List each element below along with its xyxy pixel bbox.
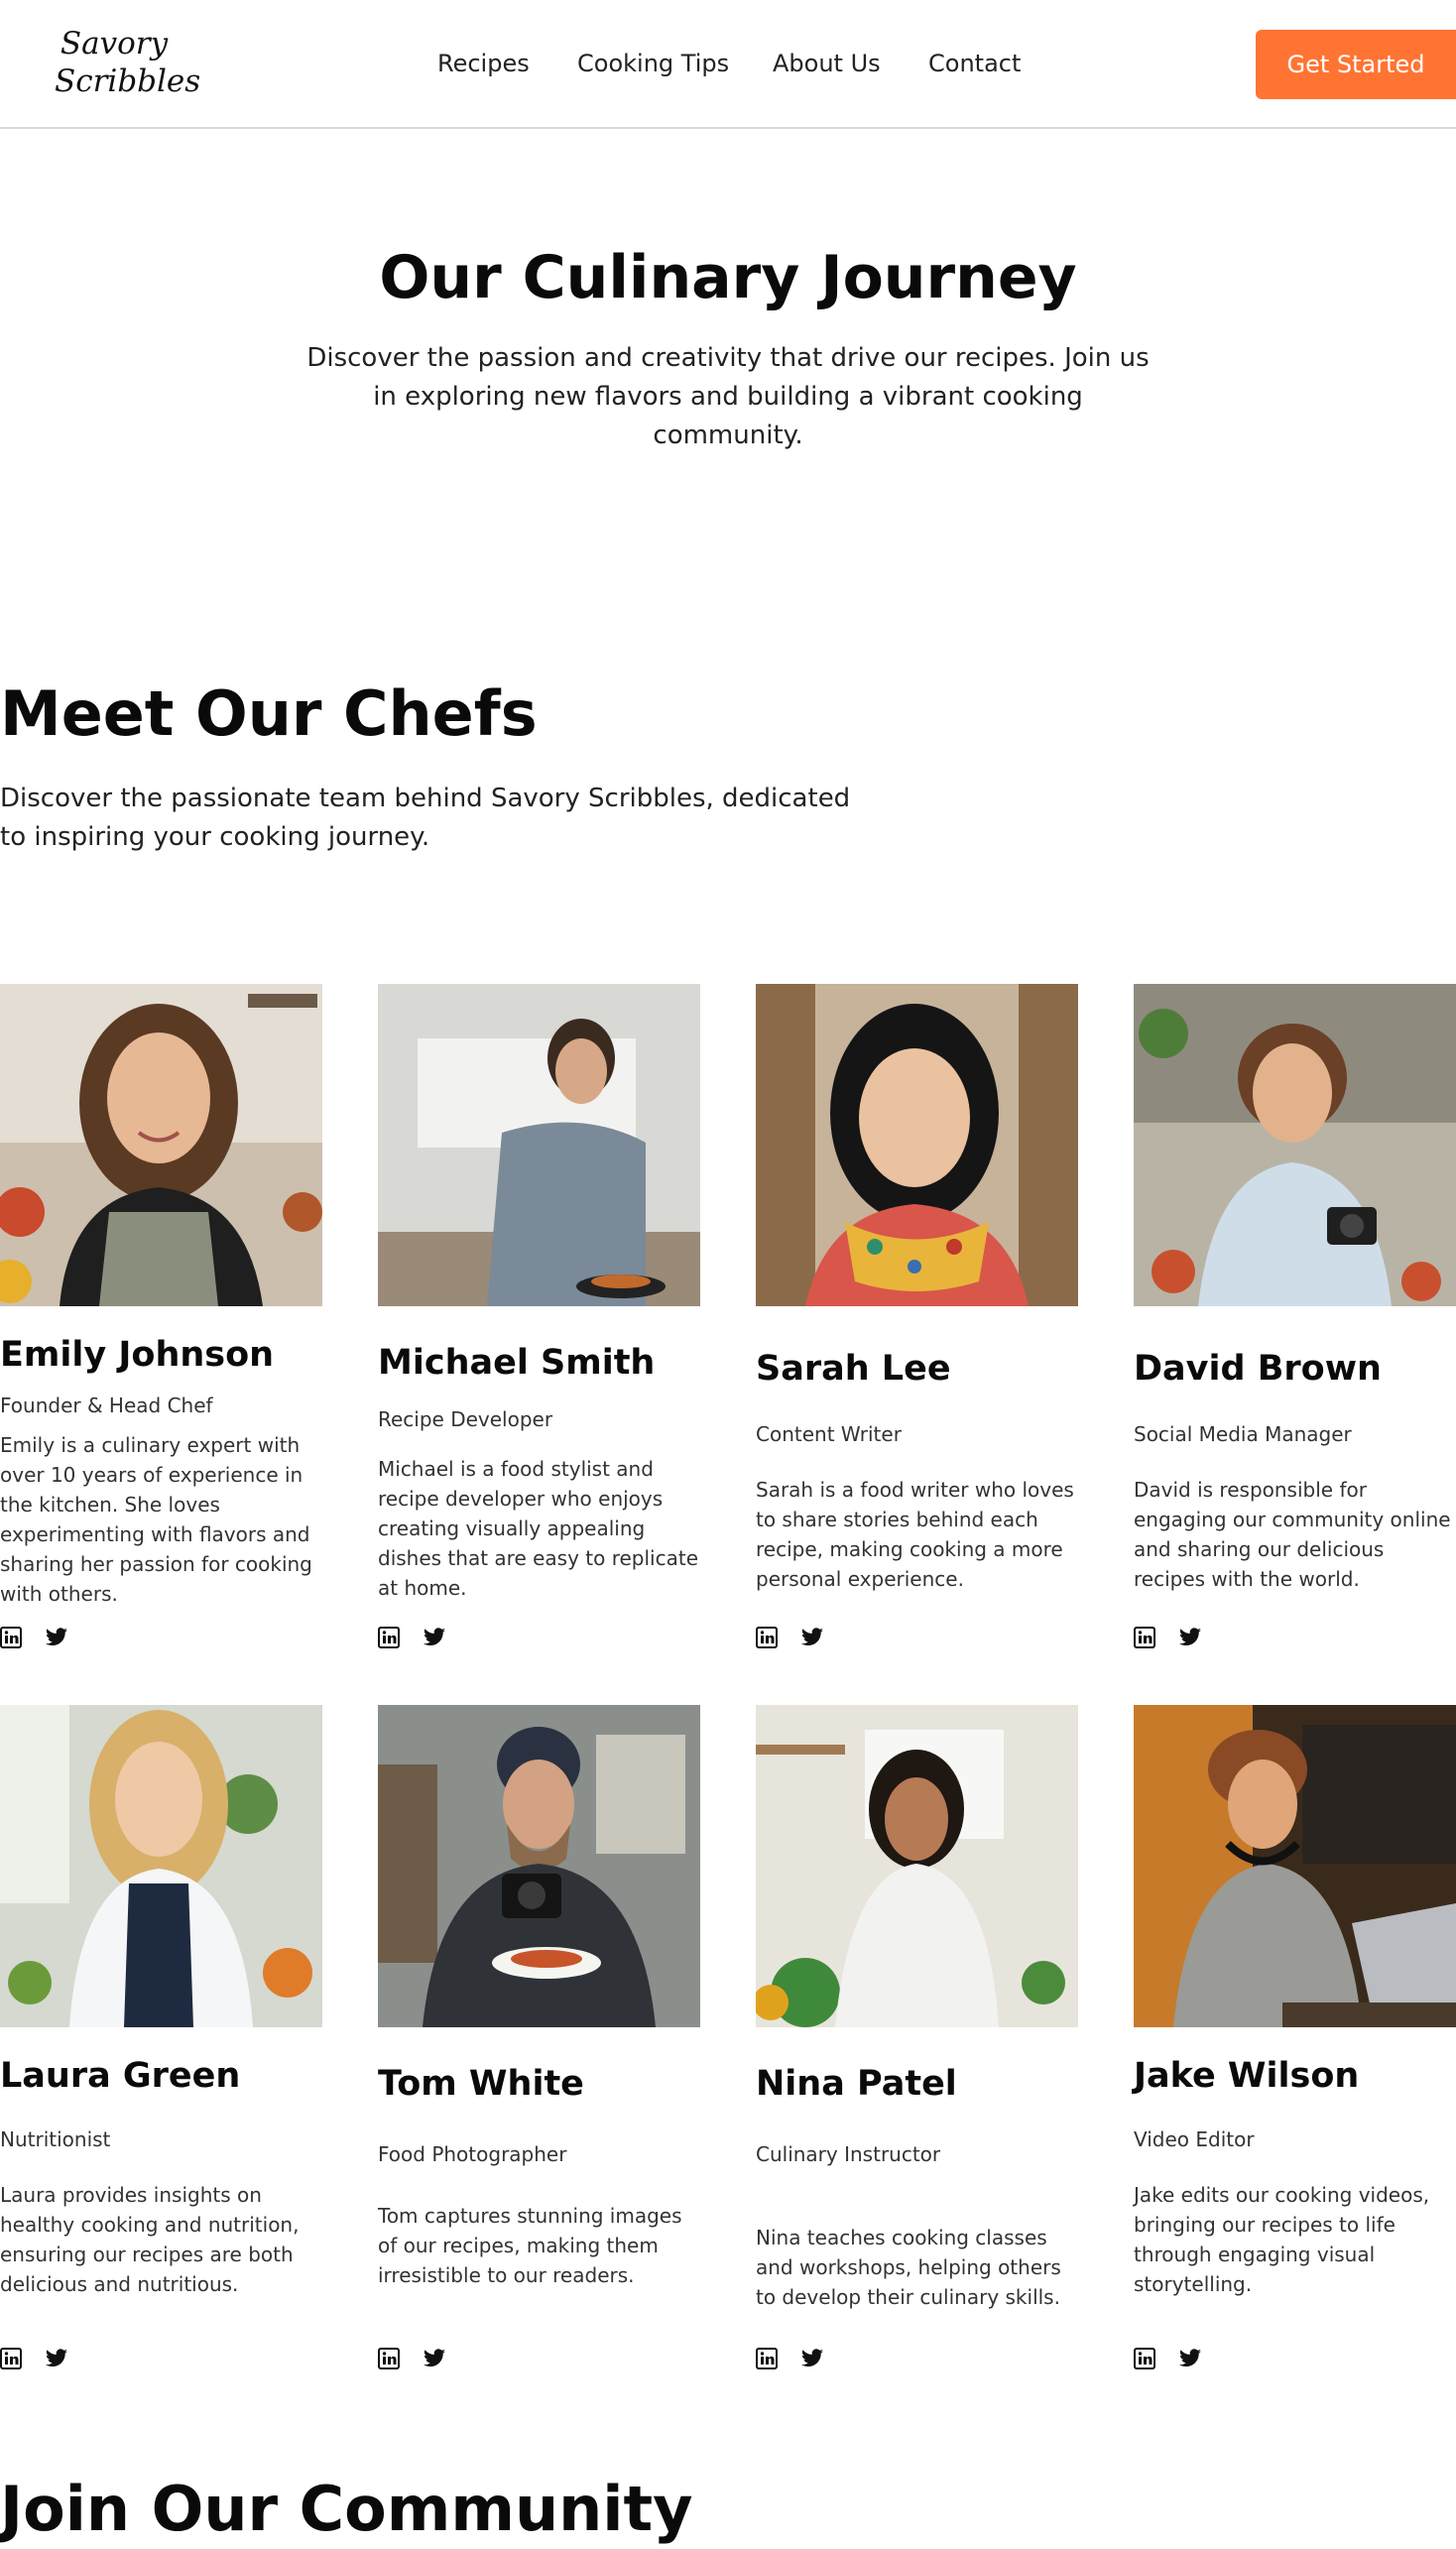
chef-name: Tom White bbox=[378, 2064, 584, 2104]
chefs-section-subtitle: Discover the passionate team behind Savo… bbox=[0, 784, 851, 852]
twitter-icon[interactable] bbox=[800, 2348, 824, 2371]
chef-role: Nutritionist bbox=[0, 2127, 111, 2151]
twitter-icon[interactable] bbox=[423, 1627, 446, 1650]
chef-name: David Brown bbox=[1134, 1349, 1382, 1389]
chef-role: Founder & Head Chef bbox=[0, 1394, 213, 1417]
chef-card: Michael Smith Recipe Developer Michael i… bbox=[378, 984, 705, 1658]
linkedin-icon[interactable] bbox=[378, 2348, 402, 2371]
twitter-icon[interactable] bbox=[45, 1627, 68, 1650]
chef-photo bbox=[1134, 1705, 1456, 2027]
navbar: Savory Scribbles Recipes Cooking Tips Ab… bbox=[0, 0, 1456, 129]
chef-role: Culinary Instructor bbox=[756, 2142, 941, 2166]
hero-title: Our Culinary Journey bbox=[379, 243, 1077, 312]
twitter-icon[interactable] bbox=[1178, 1627, 1202, 1650]
chef-photo bbox=[1134, 984, 1456, 1306]
chef-bio: Emily is a culinary expert with over 10 … bbox=[0, 1433, 312, 1606]
nav-link-cooking-tips[interactable]: Cooking Tips bbox=[577, 46, 729, 81]
chef-role: Content Writer bbox=[756, 1422, 902, 1446]
linkedin-icon[interactable] bbox=[1134, 2348, 1157, 2371]
chef-photo bbox=[0, 1705, 322, 2027]
chef-photo bbox=[0, 984, 322, 1306]
chef-bio: Jake edits our cooking videos, bringing … bbox=[1134, 2183, 1430, 2296]
chef-card: Nina Patel Culinary Instructor Nina teac… bbox=[756, 1705, 1083, 2379]
chef-photo bbox=[378, 1705, 700, 2027]
chef-bio: Michael is a food stylist and recipe dev… bbox=[378, 1457, 699, 1600]
linkedin-icon[interactable] bbox=[0, 2348, 24, 2371]
get-started-button[interactable]: Get Started bbox=[1256, 30, 1456, 99]
linkedin-icon[interactable] bbox=[378, 1627, 402, 1650]
linkedin-icon[interactable] bbox=[756, 1627, 780, 1650]
hero-subtitle: Discover the passion and creativity that… bbox=[306, 343, 1150, 450]
chef-name: Laura Green bbox=[0, 2056, 241, 2096]
twitter-icon[interactable] bbox=[1178, 2348, 1202, 2371]
twitter-icon[interactable] bbox=[800, 1627, 824, 1650]
linkedin-icon[interactable] bbox=[0, 1627, 24, 1650]
join-community-title: Join Our Community bbox=[0, 2473, 693, 2545]
nav-link-recipes[interactable]: Recipes bbox=[437, 46, 530, 81]
chef-name: Nina Patel bbox=[756, 2064, 957, 2104]
linkedin-icon[interactable] bbox=[1134, 1627, 1157, 1650]
chef-bio: Sarah is a food writer who loves to shar… bbox=[756, 1478, 1074, 1591]
chef-photo bbox=[756, 984, 1078, 1306]
chef-bio: Tom captures stunning images of our reci… bbox=[378, 2204, 682, 2287]
chef-name: Michael Smith bbox=[378, 1343, 656, 1383]
chef-role: Social Media Manager bbox=[1134, 1422, 1352, 1446]
twitter-icon[interactable] bbox=[45, 2348, 68, 2371]
twitter-icon[interactable] bbox=[423, 2348, 446, 2371]
chef-role: Video Editor bbox=[1134, 2127, 1255, 2151]
chef-bio: David is responsible for engaging our co… bbox=[1134, 1478, 1451, 1591]
chef-card: Sarah Lee Content Writer Sarah is a food… bbox=[756, 984, 1083, 1658]
nav-link-contact[interactable]: Contact bbox=[928, 46, 1021, 81]
chef-name: Jake Wilson bbox=[1134, 2056, 1360, 2096]
chef-name: Sarah Lee bbox=[756, 1349, 951, 1389]
chef-bio: Nina teaches cooking classes and worksho… bbox=[756, 2226, 1061, 2309]
chef-card: Jake Wilson Video Editor Jake edits our … bbox=[1134, 1705, 1456, 2379]
chef-photo bbox=[378, 984, 700, 1306]
chef-bio: Laura provides insights on healthy cooki… bbox=[0, 2183, 300, 2296]
chef-card: David Brown Social Media Manager David i… bbox=[1134, 984, 1456, 1658]
chef-name: Emily Johnson bbox=[0, 1335, 275, 1375]
main-nav: Recipes Cooking Tips About Us Contact bbox=[0, 46, 1456, 85]
chef-card: Emily Johnson Founder & Head Chef Emily … bbox=[0, 984, 327, 1658]
nav-link-about-us[interactable]: About Us bbox=[773, 46, 881, 81]
chef-role: Recipe Developer bbox=[378, 1407, 553, 1431]
chef-photo bbox=[756, 1705, 1078, 2027]
chef-card: Tom White Food Photographer Tom captures… bbox=[378, 1705, 705, 2379]
linkedin-icon[interactable] bbox=[756, 2348, 780, 2371]
chef-role: Food Photographer bbox=[378, 2142, 567, 2166]
chefs-section-title: Meet Our Chefs bbox=[0, 677, 538, 750]
chef-card: Laura Green Nutritionist Laura provides … bbox=[0, 1705, 327, 2379]
